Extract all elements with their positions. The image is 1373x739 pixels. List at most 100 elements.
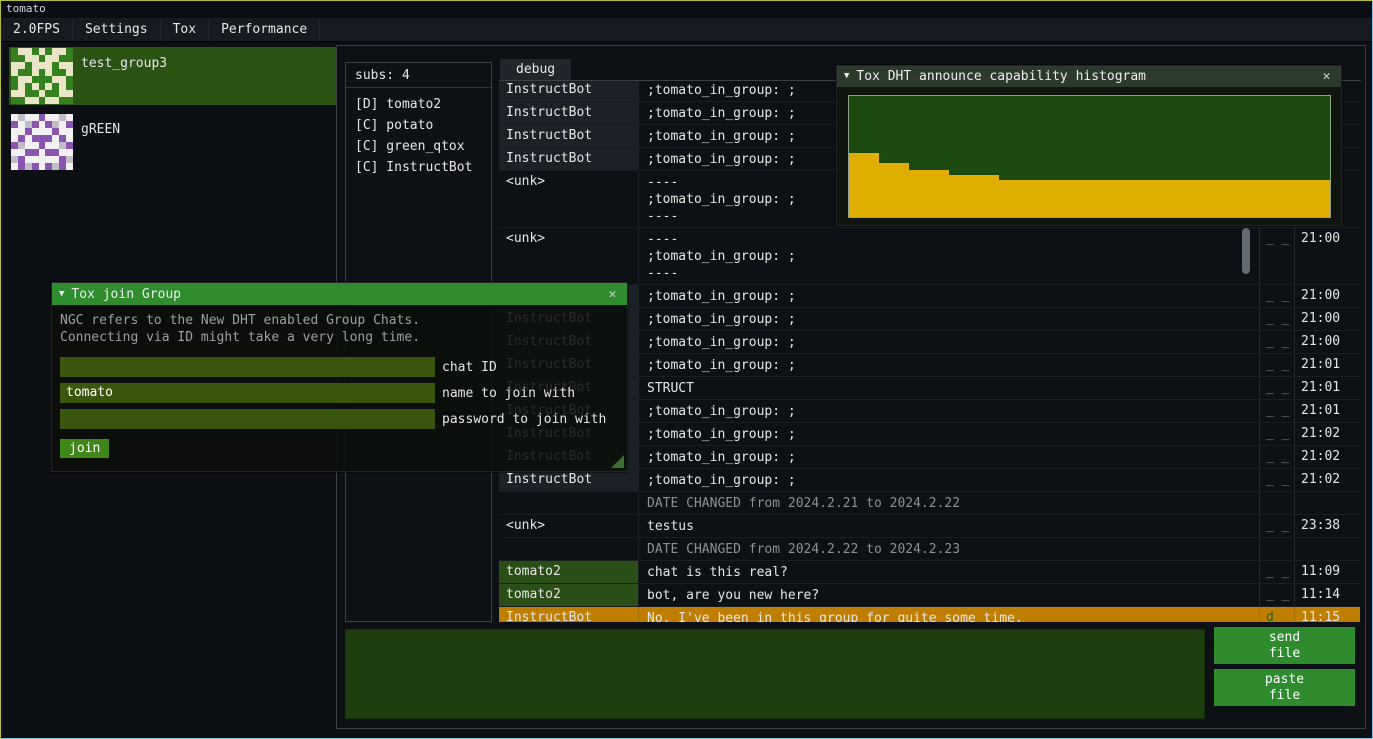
group-avatar [11, 48, 73, 104]
message-author: tomato2 [499, 584, 639, 606]
message-row[interactable]: InstructBot;tomato_in_group: ;_ _21:02 [499, 446, 1360, 469]
menu-item-performance[interactable]: Performance [209, 18, 320, 41]
message-text: ;tomato_in_group: ; [639, 331, 1259, 353]
menu-item-settings[interactable]: Settings [73, 18, 161, 41]
message-author: InstructBot [499, 125, 639, 147]
histogram-bar [1079, 180, 1089, 218]
message-flags: _ _ [1259, 469, 1294, 491]
histogram-bar [1049, 180, 1059, 218]
message-text: ---- ;tomato_in_group: ; ---- [639, 228, 1259, 284]
send-file-button[interactable]: send file [1214, 627, 1355, 664]
histogram-bar [1109, 180, 1119, 218]
message-row[interactable]: InstructBot;tomato_in_group: ;_ _21:00 [499, 308, 1360, 331]
histogram-bar [1029, 180, 1039, 218]
message-time: 23:38 [1294, 515, 1360, 537]
histogram-bar [989, 175, 999, 217]
message-text: ;tomato_in_group: ; [639, 354, 1259, 376]
message-author [499, 492, 639, 514]
message-row[interactable]: <unk>---- ;tomato_in_group: ; ----_ _21:… [499, 228, 1360, 285]
message-row[interactable]: InstructBotNo, I've been in this group f… [499, 607, 1360, 622]
system-row[interactable]: DATE CHANGED from 2024.2.21 to 2024.2.22 [499, 492, 1360, 515]
histogram-bar [869, 153, 879, 217]
message-author: <unk> [499, 228, 639, 284]
group-row-test-group3[interactable]: test_group3 [9, 47, 339, 105]
message-input[interactable] [345, 629, 1205, 719]
message-text: ;tomato_in_group: ; [639, 308, 1259, 330]
close-icon[interactable]: ✕ [1319, 69, 1334, 84]
message-time: 11:09 [1294, 561, 1360, 583]
histogram-bar [1230, 180, 1240, 218]
histogram-bar [1310, 180, 1320, 218]
chat-scrollbar[interactable] [1242, 228, 1250, 274]
histogram-bar [1059, 180, 1069, 218]
menu-item-tox[interactable]: Tox [161, 18, 209, 41]
collapse-arrow-icon[interactable]: ▼ [59, 290, 64, 299]
message-row[interactable]: tomato2bot, are you new here?_ _11:14 [499, 584, 1360, 607]
message-row[interactable]: InstructBot;tomato_in_group: ;_ _21:02 [499, 423, 1360, 446]
message-flags [1259, 538, 1294, 560]
message-time: 21:00 [1294, 308, 1360, 330]
collapse-arrow-icon[interactable]: ▼ [844, 72, 849, 81]
message-row[interactable]: InstructBot;tomato_in_group: ;_ _21:00 [499, 285, 1360, 308]
message-text: ;tomato_in_group: ; [639, 285, 1259, 307]
message-author: <unk> [499, 515, 639, 537]
sub-item-green-qtox[interactable]: [C] green_qtox [346, 136, 491, 157]
histogram-bar [849, 153, 859, 217]
join-name-input[interactable]: tomato [60, 383, 435, 403]
message-text: ;tomato_in_group: ; [639, 469, 1259, 491]
join-window-titlebar[interactable]: ▼ Tox join Group ✕ [52, 283, 627, 305]
message-time: 21:01 [1294, 354, 1360, 376]
message-row[interactable]: <unk>testus_ _23:38 [499, 515, 1360, 538]
message-flags: _ _ [1259, 377, 1294, 399]
histogram-bar [1129, 180, 1139, 218]
message-row[interactable]: InstructBotSTRUCT_ _21:01 [499, 377, 1360, 400]
message-row[interactable]: InstructBot;tomato_in_group: ;_ _21:02 [499, 469, 1360, 492]
message-row[interactable]: tomato2chat is this real?_ _11:09 [499, 561, 1360, 584]
message-time [1294, 492, 1360, 514]
window-title-bar: tomato [1, 1, 1372, 18]
message-text: DATE CHANGED from 2024.2.22 to 2024.2.23 [639, 538, 1259, 560]
message-author: InstructBot [499, 469, 639, 491]
histogram-bar [919, 170, 929, 217]
tab-debug[interactable]: debug [500, 59, 571, 81]
message-time: 21:01 [1294, 377, 1360, 399]
message-time: 21:02 [1294, 469, 1360, 491]
message-flags: _ _ [1259, 400, 1294, 422]
join-button[interactable]: join [60, 439, 109, 458]
chat-id-input[interactable] [60, 357, 435, 377]
system-row[interactable]: DATE CHANGED from 2024.2.22 to 2024.2.23 [499, 538, 1360, 561]
group-row-green[interactable]: gREEN [9, 113, 339, 171]
message-row[interactable]: InstructBot;tomato_in_group: ;_ _21:00 [499, 331, 1360, 354]
message-time: 21:02 [1294, 423, 1360, 445]
chat-id-label: chat ID [442, 360, 497, 375]
histogram-bar [1149, 180, 1159, 218]
message-flags: _ _ [1259, 584, 1294, 606]
message-flags: d [1259, 607, 1294, 622]
message-flags: _ _ [1259, 308, 1294, 330]
message-flags: _ _ [1259, 331, 1294, 353]
histogram-window-titlebar[interactable]: ▼ Tox DHT announce capability histogram … [837, 66, 1341, 87]
close-icon[interactable]: ✕ [605, 287, 620, 302]
histogram-bar [879, 163, 889, 217]
sub-item-potato[interactable]: [C] potato [346, 115, 491, 136]
histogram-bar [889, 163, 899, 217]
sub-item-instructbot[interactable]: [C] InstructBot [346, 157, 491, 178]
sub-item-tomato2[interactable]: [D] tomato2 [346, 94, 491, 115]
join-password-input[interactable] [60, 409, 435, 429]
message-time: 11:15 [1294, 607, 1360, 622]
message-flags: _ _ [1259, 228, 1294, 284]
histogram-bar [1260, 180, 1270, 218]
group-avatar [11, 114, 73, 170]
message-row[interactable]: InstructBot;tomato_in_group: ;_ _21:01 [499, 354, 1360, 377]
histogram-bar [859, 153, 869, 217]
histogram-bar [959, 175, 969, 217]
message-text: bot, are you new here? [639, 584, 1259, 606]
paste-file-button[interactable]: paste file [1214, 669, 1355, 706]
subs-header: subs: 4 [346, 63, 491, 88]
message-text: STRUCT [639, 377, 1259, 399]
histogram-bar [1250, 180, 1260, 218]
resize-grip-icon[interactable] [611, 455, 624, 468]
message-row[interactable]: InstructBot;tomato_in_group: ;_ _21:01 [499, 400, 1360, 423]
menu-bar: 2.0FPS Settings Tox Performance [1, 18, 1372, 42]
histogram-bar [899, 163, 909, 217]
